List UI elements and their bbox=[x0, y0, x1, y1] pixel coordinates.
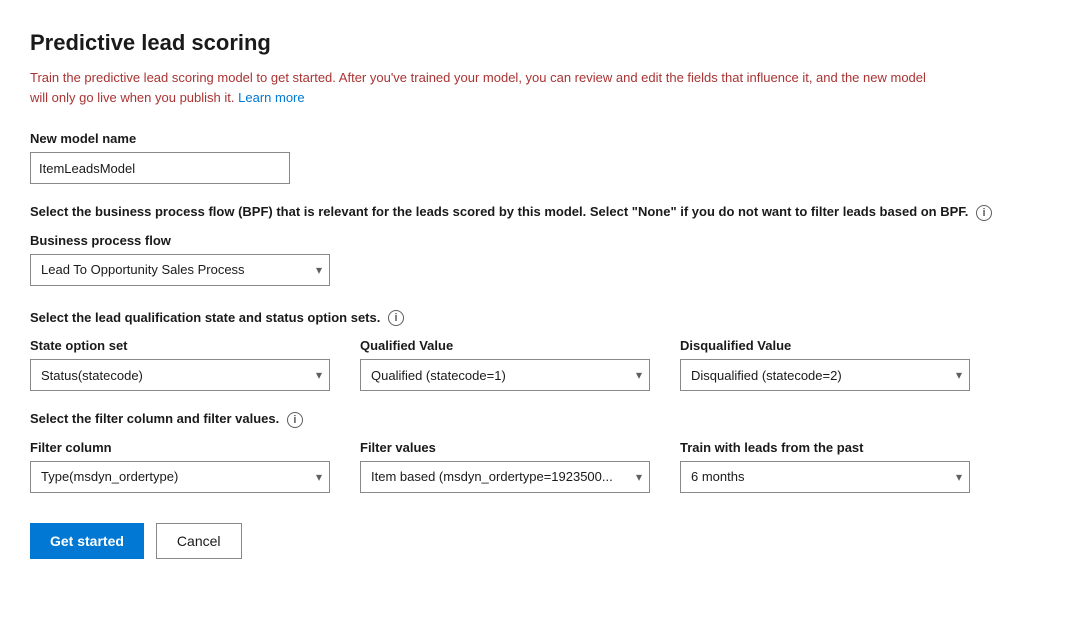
state-dropdown-wrapper: Status(statecode) ▾ bbox=[30, 359, 330, 391]
bpf-dropdown-wrapper: Lead To Opportunity Sales Process ▾ bbox=[30, 254, 330, 286]
filter-val-dropdown[interactable]: Item based (msdyn_ordertype=1923500... bbox=[360, 461, 650, 493]
learn-more-link[interactable]: Learn more bbox=[238, 90, 304, 105]
description-body: Train the predictive lead scoring model … bbox=[30, 70, 926, 105]
filter-val-field-group: Filter values Item based (msdyn_ordertyp… bbox=[360, 440, 650, 493]
train-label: Train with leads from the past bbox=[680, 440, 970, 455]
cancel-button[interactable]: Cancel bbox=[156, 523, 242, 559]
page-container: Predictive lead scoring Train the predic… bbox=[0, 0, 1077, 622]
description-text: Train the predictive lead scoring model … bbox=[30, 68, 930, 107]
qualified-dropdown[interactable]: Qualified (statecode=1) bbox=[360, 359, 650, 391]
bpf-info-icon[interactable]: i bbox=[976, 205, 992, 221]
button-row: Get started Cancel bbox=[30, 523, 1037, 559]
filter-col-dropdown[interactable]: Type(msdyn_ordertype) bbox=[30, 461, 330, 493]
state-label: State option set bbox=[30, 338, 330, 353]
qualified-field-group: Qualified Value Qualified (statecode=1) … bbox=[360, 338, 650, 391]
filter-info-icon[interactable]: i bbox=[287, 412, 303, 428]
model-name-input[interactable] bbox=[30, 152, 290, 184]
filter-val-dropdown-wrapper: Item based (msdyn_ordertype=1923500... ▾ bbox=[360, 461, 650, 493]
disqualified-dropdown[interactable]: Disqualified (statecode=2) bbox=[680, 359, 970, 391]
bpf-dropdown[interactable]: Lead To Opportunity Sales Process bbox=[30, 254, 330, 286]
filter-val-label: Filter values bbox=[360, 440, 650, 455]
bpf-section: Business process flow Lead To Opportunit… bbox=[30, 233, 1037, 286]
get-started-button[interactable]: Get started bbox=[30, 523, 144, 559]
state-field-group: State option set Status(statecode) ▾ bbox=[30, 338, 330, 391]
disqualified-dropdown-wrapper: Disqualified (statecode=2) ▾ bbox=[680, 359, 970, 391]
model-name-label: New model name bbox=[30, 131, 1037, 146]
qualified-label: Qualified Value bbox=[360, 338, 650, 353]
page-title: Predictive lead scoring bbox=[30, 30, 1037, 56]
disqualified-field-group: Disqualified Value Disqualified (stateco… bbox=[680, 338, 970, 391]
disqualified-label: Disqualified Value bbox=[680, 338, 970, 353]
filter-col-label: Filter column bbox=[30, 440, 330, 455]
filter-col-dropdown-wrapper: Type(msdyn_ordertype) ▾ bbox=[30, 461, 330, 493]
bpf-label: Business process flow bbox=[30, 233, 1037, 248]
state-dropdown[interactable]: Status(statecode) bbox=[30, 359, 330, 391]
filter-description: Select the filter column and filter valu… bbox=[30, 411, 1010, 428]
train-field-group: Train with leads from the past 6 months … bbox=[680, 440, 970, 493]
lead-qual-section: Select the lead qualification state and … bbox=[30, 310, 1037, 392]
train-dropdown[interactable]: 6 months bbox=[680, 461, 970, 493]
model-name-section: New model name bbox=[30, 131, 1037, 184]
qualified-dropdown-wrapper: Qualified (statecode=1) ▾ bbox=[360, 359, 650, 391]
filter-section: Select the filter column and filter valu… bbox=[30, 411, 1037, 493]
filter-col-field-group: Filter column Type(msdyn_ordertype) ▾ bbox=[30, 440, 330, 493]
train-dropdown-wrapper: 6 months ▾ bbox=[680, 461, 970, 493]
lead-qual-description: Select the lead qualification state and … bbox=[30, 310, 1010, 327]
filter-fields-row: Filter column Type(msdyn_ordertype) ▾ Fi… bbox=[30, 440, 1037, 493]
lead-qual-fields-row: State option set Status(statecode) ▾ Qua… bbox=[30, 338, 1037, 391]
lead-qual-info-icon[interactable]: i bbox=[388, 310, 404, 326]
bpf-description: Select the business process flow (BPF) t… bbox=[30, 204, 1010, 221]
